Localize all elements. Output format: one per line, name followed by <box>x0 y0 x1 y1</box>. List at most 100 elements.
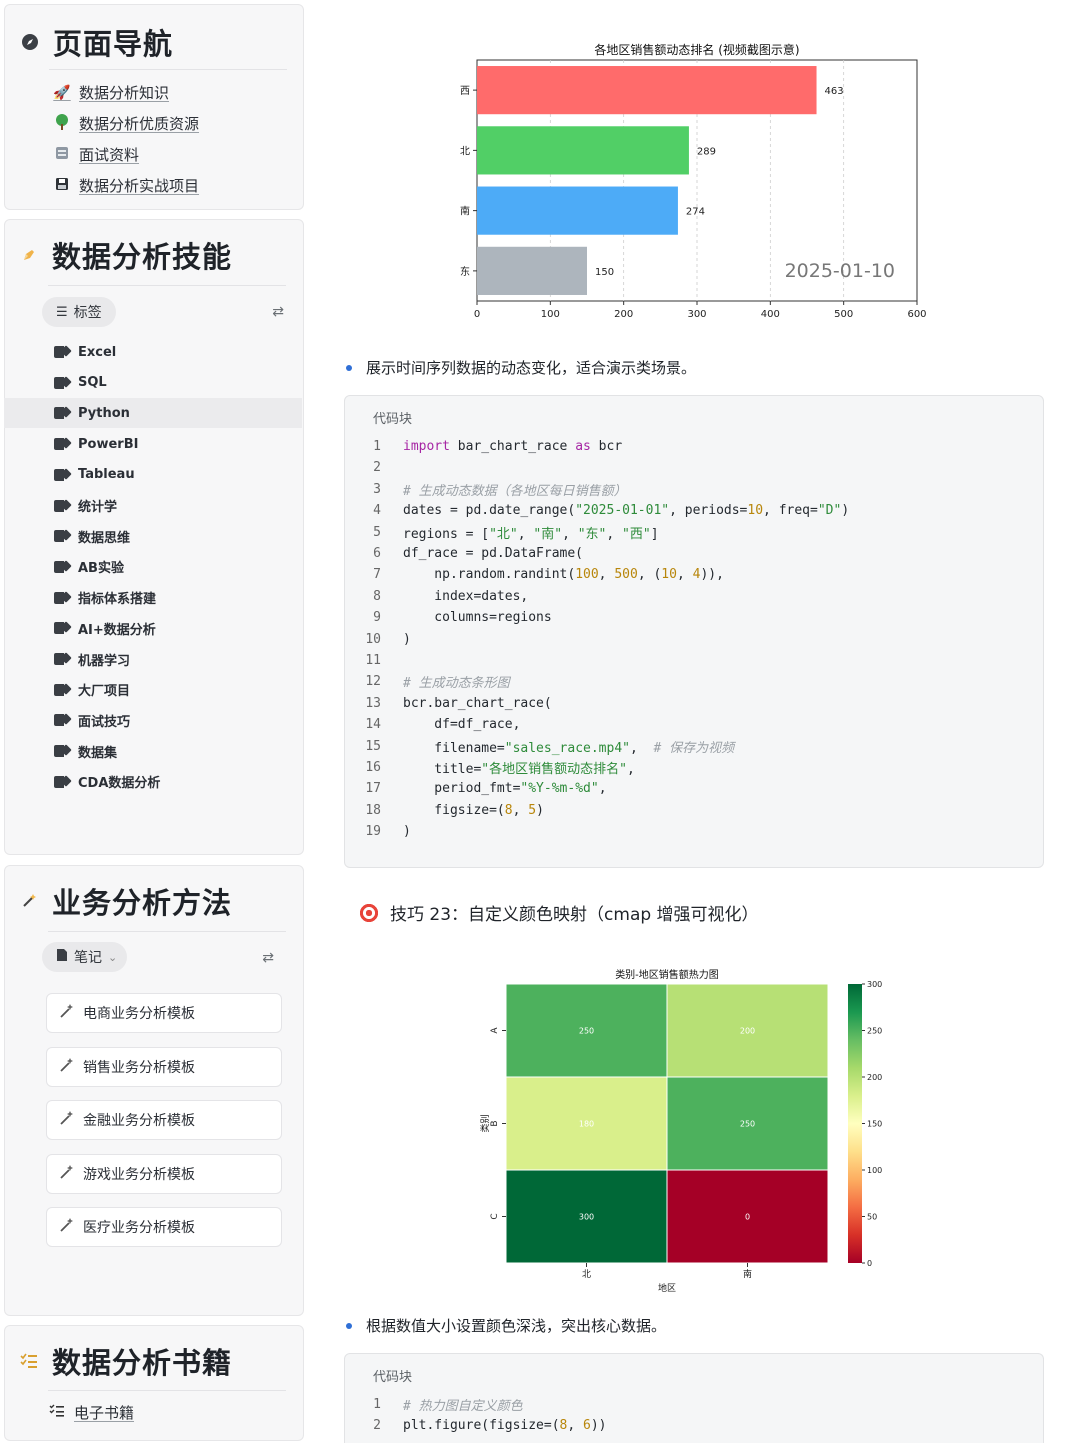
colorbar <box>848 984 862 1263</box>
tag-label: CDA数据分析 <box>78 776 161 792</box>
template-card[interactable]: 医疗业务分析模板 <box>46 1207 282 1247</box>
bar <box>477 126 689 175</box>
line-number: 18 <box>365 802 381 818</box>
notes-chip[interactable]: 笔记 ⌄ <box>42 942 128 972</box>
tag-item[interactable]: Python <box>4 398 302 429</box>
tag-icon <box>54 591 68 604</box>
code-line: 5 regions = ["北", "南", "东", "西"] <box>345 522 1043 543</box>
code-line: 13 bcr.bar_chart_race( <box>345 693 1043 714</box>
bar-value-label: 289 <box>697 146 716 157</box>
bar-value-label: 463 <box>825 86 844 97</box>
filter-icon[interactable]: ⇄ <box>262 950 274 966</box>
tags-chip[interactable]: ☰ 标签 <box>42 297 116 327</box>
bullet-dot <box>346 1322 352 1329</box>
y-tick-label: 西 <box>460 86 470 97</box>
x-tick-label: 0 <box>474 309 480 320</box>
page-nav-panel: 页面导航 🚀 数据分析知识 数据分析优质资源 面试资料 数据分析实战项目 <box>4 4 304 210</box>
period-label: 2025-01-10 <box>785 260 895 282</box>
x-tick-label: 北 <box>582 1269 591 1280</box>
code-text: plt.figure(figsize=(8, 6)) <box>403 1418 607 1434</box>
tag-item[interactable]: Tableau <box>4 460 302 490</box>
nav-item-label: 数据分析优质资源 <box>79 115 200 133</box>
tag-item[interactable]: 统计学 <box>4 491 302 521</box>
cell-value-label: 250 <box>740 1120 755 1129</box>
divider <box>48 1390 286 1391</box>
line-number: 11 <box>365 653 381 668</box>
filter-icon[interactable]: ⇄ <box>272 304 284 320</box>
page-nav-title-text: 页面导航 <box>53 27 174 61</box>
tag-item[interactable]: 机器学习 <box>4 644 302 674</box>
wand-icon <box>59 1110 75 1130</box>
y-tick-label: C <box>490 1213 500 1219</box>
tag-icon <box>54 499 68 512</box>
line-number: 5 <box>373 524 381 540</box>
code-line: 19) <box>345 821 1043 842</box>
y-tick-label: 南 <box>460 205 470 218</box>
nav-item-resources[interactable]: 数据分析优质资源 <box>53 113 199 134</box>
tag-label: 数据集 <box>78 745 118 761</box>
code-line: 1 import bar_chart_race as bcr <box>345 436 1043 457</box>
line-number: 17 <box>365 781 381 797</box>
tag-item[interactable]: CDA数据分析 <box>4 767 302 797</box>
bullet-2-text: 根据数值大小设置颜色深浅，突出核心数据。 <box>366 1317 667 1335</box>
code-text: index=dates, <box>403 588 529 604</box>
template-label: 医疗业务分析模板 <box>83 1220 195 1236</box>
line-number: 1 <box>373 1397 381 1412</box>
template-card[interactable]: 游戏业务分析模板 <box>46 1153 282 1194</box>
tree-icon <box>53 113 71 134</box>
x-tick-label: 南 <box>743 1268 752 1280</box>
template-card[interactable]: 电商业务分析模板 <box>46 993 282 1033</box>
tag-label: Tableau <box>78 467 135 483</box>
y-tick-label: 东 <box>460 265 470 278</box>
nav-item-interview[interactable]: 面试资料 <box>53 144 139 165</box>
tag-label: 大厂项目 <box>78 684 131 700</box>
code-text: np.random.randint(100, 500, (10, 4)), <box>403 567 724 583</box>
tag-label: 数据思维 <box>78 530 131 546</box>
colorbar-tick-label: 50 <box>867 1213 877 1222</box>
nav-item-knowledge[interactable]: 🚀 数据分析知识 <box>53 82 169 103</box>
line-number: 14 <box>365 717 381 733</box>
tag-item[interactable]: 数据思维 <box>4 521 302 551</box>
tag-label: 指标体系搭建 <box>78 592 157 608</box>
tag-item[interactable]: 大厂项目 <box>4 675 302 705</box>
template-card[interactable]: 金融业务分析模板 <box>46 1100 282 1140</box>
cell-value-label: 0 <box>745 1213 750 1222</box>
divider <box>48 931 286 932</box>
bar-value-label: 150 <box>595 267 614 278</box>
nav-item-ebooks[interactable]: 电子书籍 <box>48 1402 134 1423</box>
bar-chart-race: 各地区销售额动态排名 (视频截图示意) 0 100 200 300 400 500 600 西 4… <box>460 42 927 320</box>
nav-item-label: 电子书籍 <box>74 1404 135 1422</box>
tag-item[interactable]: 指标体系搭建 <box>4 583 302 613</box>
code-block-header: 代码块 <box>373 1370 413 1385</box>
cell-value-label: 300 <box>579 1213 594 1222</box>
tag-icon <box>54 622 68 635</box>
tag-item[interactable]: AB实验 <box>4 552 302 582</box>
nav-item-projects[interactable]: 数据分析实战项目 <box>53 175 199 196</box>
line-number: 7 <box>373 567 381 583</box>
rocket-icon: 🚀 <box>53 84 71 101</box>
tag-item[interactable]: 面试技巧 <box>4 705 302 735</box>
tag-item[interactable]: PowerBI <box>4 429 302 459</box>
x-tick-label: 100 <box>541 309 560 320</box>
code-text: title="各地区销售额动态排名", <box>403 762 635 777</box>
business-title: 业务分析方法 <box>18 880 232 922</box>
cabinet-icon <box>53 146 71 164</box>
business-panel <box>4 865 304 1316</box>
code-text: filename="sales_race.mp4", # 保存为视频 <box>403 740 735 756</box>
tag-item[interactable]: SQL <box>4 368 302 398</box>
tag-item[interactable]: AI+数据分析 <box>4 613 302 643</box>
template-card[interactable]: 销售业务分析模板 <box>46 1046 282 1087</box>
code-line: 12 # 生成动态条形图 <box>345 671 1043 692</box>
tag-item[interactable]: 数据集 <box>4 736 302 766</box>
code-text: df=df_race, <box>403 717 521 733</box>
tag-item[interactable]: Excel <box>4 337 302 367</box>
code-text: dates = pd.date_range("2025-01-01", peri… <box>403 503 850 519</box>
code-line: 16 title="各地区销售额动态排名", <box>345 757 1043 778</box>
page-nav-title: 页面导航 <box>19 21 173 63</box>
divider <box>48 285 286 286</box>
code-text: bcr.bar_chart_race( <box>403 695 552 711</box>
nav-item-label: 数据分析知识 <box>79 84 170 102</box>
code-text: figsize=(8, 5) <box>403 802 544 818</box>
tags-chip-label: 标签 <box>73 305 102 321</box>
notes-chip-label: 笔记 <box>74 950 102 966</box>
